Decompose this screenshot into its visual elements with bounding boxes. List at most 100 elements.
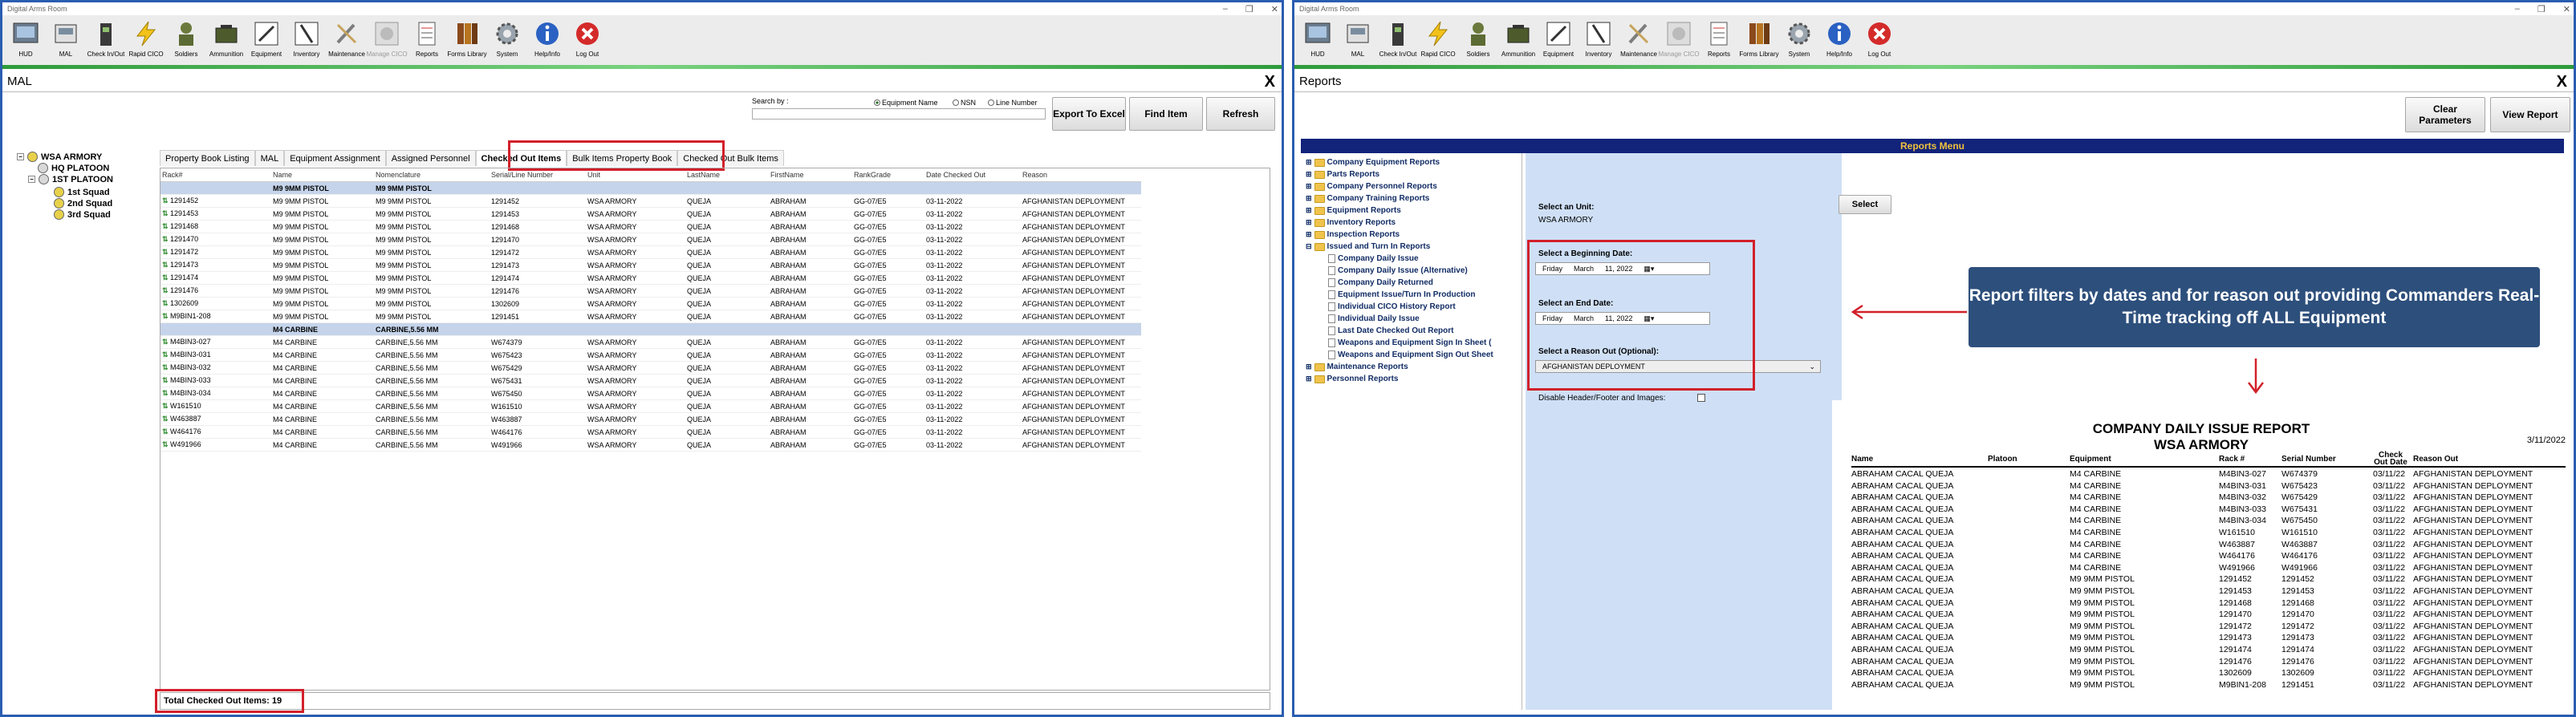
tree-1st-squad[interactable]: 1st Squad <box>54 187 110 197</box>
table-row[interactable]: ⇅ M4BIN3-032 M4 CARBINE CARBINE,5.56 MM W67… <box>160 361 1141 375</box>
report-menu-item[interactable]: ⊞ Maintenance Reports <box>1306 363 1408 371</box>
select-unit-button[interactable]: Select <box>1839 195 1891 214</box>
toolbar-info-button[interactable]: Help/Info <box>1819 15 1859 63</box>
toolbar-inventory-button[interactable]: Inventory <box>1579 15 1619 63</box>
radio-line-number[interactable]: Line Number <box>988 99 1038 107</box>
toolbar-books-button[interactable]: Forms Library <box>1739 15 1779 63</box>
toolbar-logout-button[interactable]: Log Out <box>1859 15 1899 63</box>
table-row[interactable]: ⇅ 1302609 M9 9MM PISTOL M9 9MM PISTOL 13026… <box>160 297 1141 310</box>
group-row[interactable]: M9 9MM PISTOL M9 9MM PISTOL <box>160 181 1141 195</box>
report-menu-item[interactable]: Weapons and Equipment Sign In Sheet ( <box>1328 338 1492 347</box>
collapse-icon[interactable]: − <box>28 176 35 183</box>
column-header[interactable]: Rack# <box>160 168 271 182</box>
table-row[interactable]: ⇅ W464176 M4 CARBINE CARBINE,5.56 MM W46417… <box>160 425 1141 439</box>
report-menu-item[interactable]: ⊞ Personnel Reports <box>1306 375 1398 383</box>
minimize-icon[interactable]: – <box>1223 4 1228 14</box>
expand-icon[interactable]: ⊞ <box>1306 218 1312 227</box>
table-row[interactable]: ⇅ 1291452 M9 9MM PISTOL M9 9MM PISTOL 12914… <box>160 194 1141 208</box>
toolbar-lightning-button[interactable]: Rapid CICO <box>1418 15 1458 63</box>
table-row[interactable]: ⇅ M9BIN1-208 M9 9MM PISTOL M9 9MM PISTOL 12… <box>160 310 1141 323</box>
report-menu-item[interactable]: ⊞ Company Equipment Reports <box>1306 158 1440 167</box>
report-menu-item[interactable]: Company Daily Issue <box>1328 254 1419 263</box>
expand-icon[interactable]: ⊞ <box>1306 375 1312 383</box>
table-row[interactable]: ⇅ W491966 M4 CARBINE CARBINE,5.56 MM W49196… <box>160 438 1141 452</box>
toolbar-reports-button[interactable]: Reports <box>407 15 447 63</box>
table-row[interactable]: ⇅ 1291468 M9 9MM PISTOL M9 9MM PISTOL 12914… <box>160 220 1141 233</box>
report-menu-item[interactable]: ⊞ Company Personnel Reports <box>1306 182 1437 191</box>
toolbar-reports-button[interactable]: Reports <box>1699 15 1739 63</box>
collapse-icon[interactable]: ⊟ <box>1306 242 1312 251</box>
column-header[interactable]: FirstName <box>769 168 852 182</box>
column-header[interactable]: Date Checked Out <box>924 168 1021 182</box>
tree-1st-platoon[interactable]: − 1ST PLATOON <box>28 174 113 184</box>
find-item-button[interactable]: Find Item <box>1129 97 1203 131</box>
expand-icon[interactable]: ⊞ <box>1306 206 1312 215</box>
report-menu-item[interactable]: Last Date Checked Out Report <box>1328 326 1453 335</box>
toolbar-ammo-can-button[interactable]: Ammunition <box>206 15 246 63</box>
tree-2nd-squad[interactable]: 2nd Squad <box>54 198 112 209</box>
toolbar-gear-button[interactable]: System <box>487 15 527 63</box>
panel-close-icon[interactable]: X <box>1265 73 1275 91</box>
column-header[interactable]: Reason <box>1021 168 1141 182</box>
report-menu-item[interactable]: Company Daily Issue (Alternative) <box>1328 266 1468 275</box>
toolbar-hud-button[interactable]: HUD <box>1298 15 1338 63</box>
view-report-button[interactable]: View Report <box>2490 97 2570 132</box>
report-menu-item[interactable]: Individual Daily Issue <box>1328 314 1420 323</box>
toolbar-ammo-can-button[interactable]: Ammunition <box>1498 15 1538 63</box>
column-header[interactable]: Unit <box>586 168 685 182</box>
report-menu-item[interactable]: Equipment Issue/Turn In Production <box>1328 290 1475 299</box>
tree-hq-platoon[interactable]: HQ PLATOON <box>38 163 109 173</box>
table-row[interactable]: ⇅ 1291472 M9 9MM PISTOL M9 9MM PISTOL 12914… <box>160 245 1141 259</box>
tab-equipment-assignment[interactable]: Equipment Assignment <box>284 150 386 166</box>
expand-icon[interactable]: ⊞ <box>1306 182 1312 191</box>
table-row[interactable]: ⇅ M4BIN3-034 M4 CARBINE CARBINE,5.56 MM W67… <box>160 387 1141 400</box>
minimize-icon[interactable]: – <box>2515 4 2520 14</box>
column-header[interactable]: LastName <box>685 168 769 182</box>
expand-icon[interactable]: ⊞ <box>1306 170 1312 179</box>
group-row[interactable]: M4 CARBINE CARBINE,5.56 MM <box>160 322 1141 336</box>
toolbar-equipment-button[interactable]: Equipment <box>246 15 286 63</box>
report-menu-item[interactable]: ⊞ Parts Reports <box>1306 170 1379 179</box>
close-icon[interactable]: ✕ <box>1271 4 1278 14</box>
toolbar-info-button[interactable]: Help/Info <box>527 15 567 63</box>
report-menu-item[interactable]: Company Daily Returned <box>1328 278 1433 287</box>
radio-equipment-name[interactable]: Equipment Name <box>874 99 938 107</box>
toolbar-soldier-button[interactable]: Soldiers <box>166 15 206 63</box>
tab-assigned-personnel[interactable]: Assigned Personnel <box>385 150 476 166</box>
table-row[interactable]: ⇅ W463887 M4 CARBINE CARBINE,5.56 MM W46388… <box>160 412 1141 426</box>
toolbar-inventory-button[interactable]: Inventory <box>286 15 327 63</box>
column-header[interactable]: Name <box>271 168 374 182</box>
toolbar-equipment-button[interactable]: Equipment <box>1538 15 1579 63</box>
toolbar-radio-handset-button[interactable]: Check In/Out <box>1378 15 1418 63</box>
report-menu-item[interactable]: ⊟ Issued and Turn In Reports <box>1306 242 1430 251</box>
table-row[interactable]: ⇅ M4BIN3-027 M4 CARBINE CARBINE,5.56 MM W67… <box>160 335 1141 349</box>
table-row[interactable]: ⇅ M4BIN3-031 M4 CARBINE CARBINE,5.56 MM W67… <box>160 348 1141 362</box>
table-row[interactable]: ⇅ 1291476 M9 9MM PISTOL M9 9MM PISTOL 12914… <box>160 284 1141 298</box>
table-row[interactable]: ⇅ 1291473 M9 9MM PISTOL M9 9MM PISTOL 12914… <box>160 258 1141 272</box>
toolbar-logout-button[interactable]: Log Out <box>567 15 607 63</box>
toolbar-hud-button[interactable]: HUD <box>6 15 46 63</box>
toolbar-radio-handset-button[interactable]: Check In/Out <box>86 15 126 63</box>
report-menu-item[interactable]: ⊞ Inventory Reports <box>1306 218 1396 227</box>
tab-property-book-listing[interactable]: Property Book Listing <box>160 150 255 166</box>
export-to-excel-button[interactable]: Export To Excel <box>1052 97 1126 131</box>
collapse-icon[interactable]: − <box>17 153 24 160</box>
table-row[interactable]: ⇅ M4BIN3-033 M4 CARBINE CARBINE,5.56 MM W67… <box>160 374 1141 387</box>
column-header[interactable]: RankGrade <box>852 168 924 182</box>
disable-header-checkbox[interactable] <box>1697 394 1705 402</box>
clear-parameters-button[interactable]: Clear Parameters <box>2405 97 2485 132</box>
toolbar-wrench-button[interactable]: Maintenance <box>327 15 367 63</box>
toolbar-gear-button[interactable]: System <box>1779 15 1819 63</box>
table-row[interactable]: ⇅ 1291474 M9 9MM PISTOL M9 9MM PISTOL 12914… <box>160 271 1141 285</box>
report-menu-item[interactable]: Individual CICO History Report <box>1328 302 1456 311</box>
report-menu-item[interactable]: ⊞ Inspection Reports <box>1306 230 1400 239</box>
column-header[interactable]: Nomenclature <box>374 168 490 182</box>
table-row[interactable]: ⇅ 1291470 M9 9MM PISTOL M9 9MM PISTOL 12914… <box>160 233 1141 246</box>
expand-icon[interactable]: ⊞ <box>1306 158 1312 167</box>
maximize-icon[interactable]: ❐ <box>2537 4 2546 14</box>
toolbar-lightning-button[interactable]: Rapid CICO <box>126 15 166 63</box>
panel-close-icon[interactable]: X <box>2557 73 2567 91</box>
radio-nsn[interactable]: NSN <box>953 99 976 107</box>
toolbar-wrench-button[interactable]: Maintenance <box>1619 15 1659 63</box>
table-row[interactable]: ⇅ 1291453 M9 9MM PISTOL M9 9MM PISTOL 12914… <box>160 207 1141 221</box>
